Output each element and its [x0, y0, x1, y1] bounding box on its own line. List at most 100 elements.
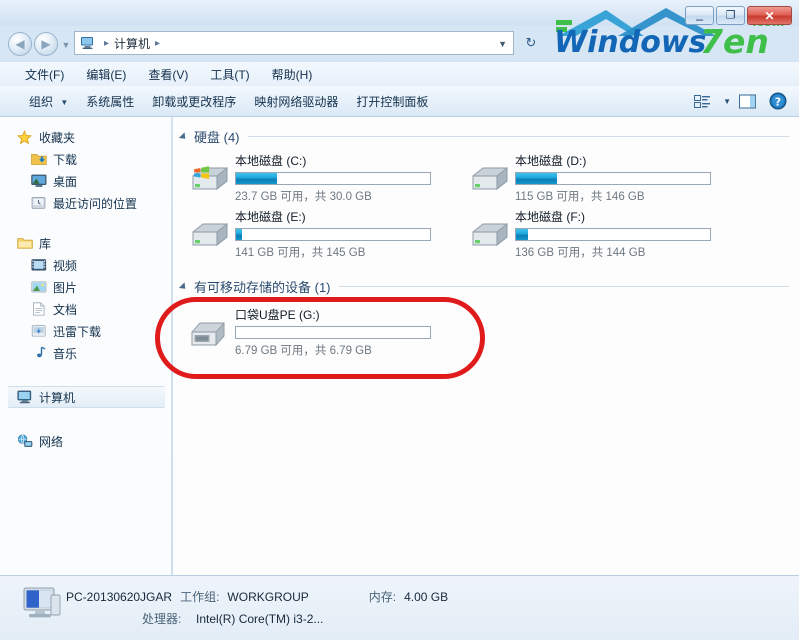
sidebar-item-favorites[interactable]: 收藏夹 — [0, 126, 171, 148]
sidebar-item-music[interactable]: 音乐 — [0, 342, 171, 364]
drive-tile-g-body: 口袋U盘PE (G:) 6.79 GB 可用，共 6.79 GB — [235, 307, 463, 358]
change-view-button[interactable] — [689, 90, 715, 112]
desktop-icon — [30, 173, 47, 189]
drive-name-f: 本地磁盘 (F:) — [515, 210, 585, 224]
group-removable-header[interactable]: 有可移动存储的设备 (1) — [173, 275, 799, 297]
capacity-bar-g — [235, 326, 431, 339]
capacity-bar-fill-e — [236, 229, 242, 240]
refresh-button[interactable]: ↻ — [520, 31, 542, 55]
window-controls: – ❐ ✕ — [685, 6, 792, 25]
downloads-icon — [30, 151, 47, 167]
menu-help[interactable]: 帮助(H) — [261, 63, 324, 86]
music-icon — [30, 345, 47, 361]
system-properties-button[interactable]: 系统属性 — [77, 89, 143, 114]
sidebar-item-desktop[interactable]: 桌面 — [0, 170, 171, 192]
minimize-button[interactable]: – — [685, 6, 714, 25]
removable-device-tiles: 口袋U盘PE (G:) 6.79 GB 可用，共 6.79 GB — [173, 297, 799, 361]
help-button[interactable]: ? — [765, 90, 791, 112]
drive-name-e: 本地磁盘 (E:) — [235, 210, 306, 224]
drive-capacity-d: 115 GB 可用，共 146 GB — [515, 191, 645, 203]
address-dropdown-icon[interactable]: ▼ — [498, 39, 507, 49]
capacity-bar-fill-c — [236, 173, 277, 184]
group-separator-line — [247, 135, 789, 137]
drive-capacity-c: 23.7 GB 可用，共 30.0 GB — [235, 191, 372, 203]
group-hard-disks-title: 硬盘 (4) — [194, 129, 240, 145]
drive-tile-c-body: 本地磁盘 (C:) 23.7 GB 可用，共 30.0 GB — [235, 153, 463, 204]
drive-tile-g[interactable]: 口袋U盘PE (G:) 6.79 GB 可用，共 6.79 GB — [183, 305, 463, 357]
sidebar-item-network[interactable]: 网络 — [0, 430, 171, 452]
back-arrow-icon: ◀ — [15, 37, 25, 51]
sidebar-item-pictures[interactable]: 图片 — [0, 276, 171, 298]
capacity-bar-fill-f — [516, 229, 528, 240]
drive-name-c: 本地磁盘 (C:) — [235, 154, 307, 168]
sidebar-item-documents[interactable]: 文档 — [0, 298, 171, 320]
content-pane: 硬盘 (4) 本地磁盘 (C:) 23.7 GB 可用，共 30.0 GB 本地… — [173, 117, 799, 575]
network-icon — [16, 433, 33, 449]
thunder-download-icon — [30, 323, 47, 339]
sidebar-item-recent-places[interactable]: 最近访问的位置 — [0, 192, 171, 214]
title-bar: – ❐ ✕ — [0, 0, 799, 26]
group-removable-title: 有可移动存储的设备 (1) — [194, 279, 331, 295]
computer-icon — [16, 389, 33, 405]
drive-icon — [463, 153, 515, 199]
drive-tile-e-body: 本地磁盘 (E:) 141 GB 可用，共 145 GB — [235, 209, 463, 260]
sidebar-label-videos: 视频 — [53, 258, 78, 273]
sidebar-label-favorites: 收藏夹 — [39, 130, 76, 145]
computer-icon — [79, 35, 96, 51]
sidebar-group-network: 网络 — [0, 430, 171, 452]
breadcrumb-sep-2[interactable]: ▸ — [153, 38, 162, 49]
uninstall-change-program-button[interactable]: 卸载或更改程序 — [143, 89, 245, 114]
history-dropdown-icon[interactable]: ▼ — [60, 40, 72, 50]
menu-bar: 文件(F) 编辑(E) 查看(V) 工具(T) 帮助(H) — [0, 62, 799, 86]
collapse-triangle-icon[interactable] — [179, 130, 191, 142]
forward-button[interactable]: ▶ — [34, 32, 58, 56]
sidebar-item-downloads[interactable]: 下载 — [0, 148, 171, 170]
drive-tile-d[interactable]: 本地磁盘 (D:) 115 GB 可用，共 146 GB — [463, 151, 743, 203]
menu-file[interactable]: 文件(F) — [14, 63, 75, 86]
pc-name: PC-20130620JGAR — [66, 590, 173, 604]
map-network-drive-button[interactable]: 映射网络驱动器 — [245, 89, 347, 114]
close-icon: ✕ — [764, 8, 775, 23]
drive-icon — [463, 209, 515, 255]
sidebar-label-libraries: 库 — [39, 236, 52, 251]
videos-icon — [30, 257, 47, 273]
close-button[interactable]: ✕ — [747, 6, 792, 25]
sidebar-group-favorites: 收藏夹 下载 桌面 最近访问的位置 — [0, 126, 171, 214]
breadcrumb-computer[interactable]: 计算机 — [111, 35, 153, 52]
drive-tile-c[interactable]: 本地磁盘 (C:) 23.7 GB 可用，共 30.0 GB — [183, 151, 463, 203]
sidebar-item-computer[interactable]: 计算机 — [8, 386, 165, 408]
status-bar: PC-20130620JGAR 工作组: WORKGROUP 内存: 4.00 … — [0, 575, 799, 640]
group-hard-disks-header[interactable]: 硬盘 (4) — [173, 125, 799, 147]
drive-tile-f[interactable]: 本地磁盘 (F:) 136 GB 可用，共 144 GB — [463, 207, 743, 259]
capacity-bar-c — [235, 172, 431, 185]
address-bar-row: ◀ ▶ ▼ ▸ 计算机 ▸ ▼ ↻ — [0, 26, 799, 62]
back-button[interactable]: ◀ — [8, 32, 32, 56]
drive-tile-e[interactable]: 本地磁盘 (E:) 141 GB 可用，共 145 GB — [183, 207, 463, 259]
recent-places-icon — [30, 195, 47, 211]
workgroup-key: 工作组: — [180, 590, 220, 604]
menu-tools[interactable]: 工具(T) — [199, 63, 260, 86]
open-control-panel-button[interactable]: 打开控制面板 — [347, 89, 437, 114]
collapse-triangle-icon[interactable] — [179, 280, 191, 292]
drive-name-g: 口袋U盘PE (G:) — [235, 308, 320, 322]
drive-tile-f-body: 本地磁盘 (F:) 136 GB 可用，共 144 GB — [515, 209, 743, 260]
sidebar-item-thunder-download[interactable]: 迅雷下载 — [0, 320, 171, 342]
maximize-button[interactable]: ❐ — [716, 6, 745, 25]
address-input[interactable]: ▸ 计算机 ▸ ▼ — [74, 31, 514, 55]
sidebar-label-recent-places: 最近访问的位置 — [53, 196, 138, 211]
hard-disk-tiles: 本地磁盘 (C:) 23.7 GB 可用，共 30.0 GB 本地磁盘 (D:)… — [173, 147, 799, 263]
toolbar-right-group: ▼ ? — [689, 90, 791, 112]
explorer-window: – ❐ ✕ Windows 7en .com ◀ ▶ ▼ — [0, 0, 799, 640]
preview-pane-button[interactable] — [735, 90, 761, 112]
view-chevron-down-icon[interactable]: ▼ — [723, 97, 731, 106]
sidebar-label-desktop: 桌面 — [53, 174, 78, 189]
cpu-key: 处理器: — [142, 612, 182, 626]
menu-view[interactable]: 查看(V) — [137, 63, 199, 86]
sidebar-label-thunder-download: 迅雷下载 — [53, 324, 102, 339]
sidebar-item-videos[interactable]: 视频 — [0, 254, 171, 276]
sidebar-label-network: 网络 — [39, 434, 64, 449]
drive-capacity-e: 141 GB 可用，共 145 GB — [235, 247, 366, 259]
menu-edit[interactable]: 编辑(E) — [75, 63, 137, 86]
organize-button[interactable]: 组织 ▼ — [20, 89, 77, 114]
sidebar-item-libraries[interactable]: 库 — [0, 232, 171, 254]
